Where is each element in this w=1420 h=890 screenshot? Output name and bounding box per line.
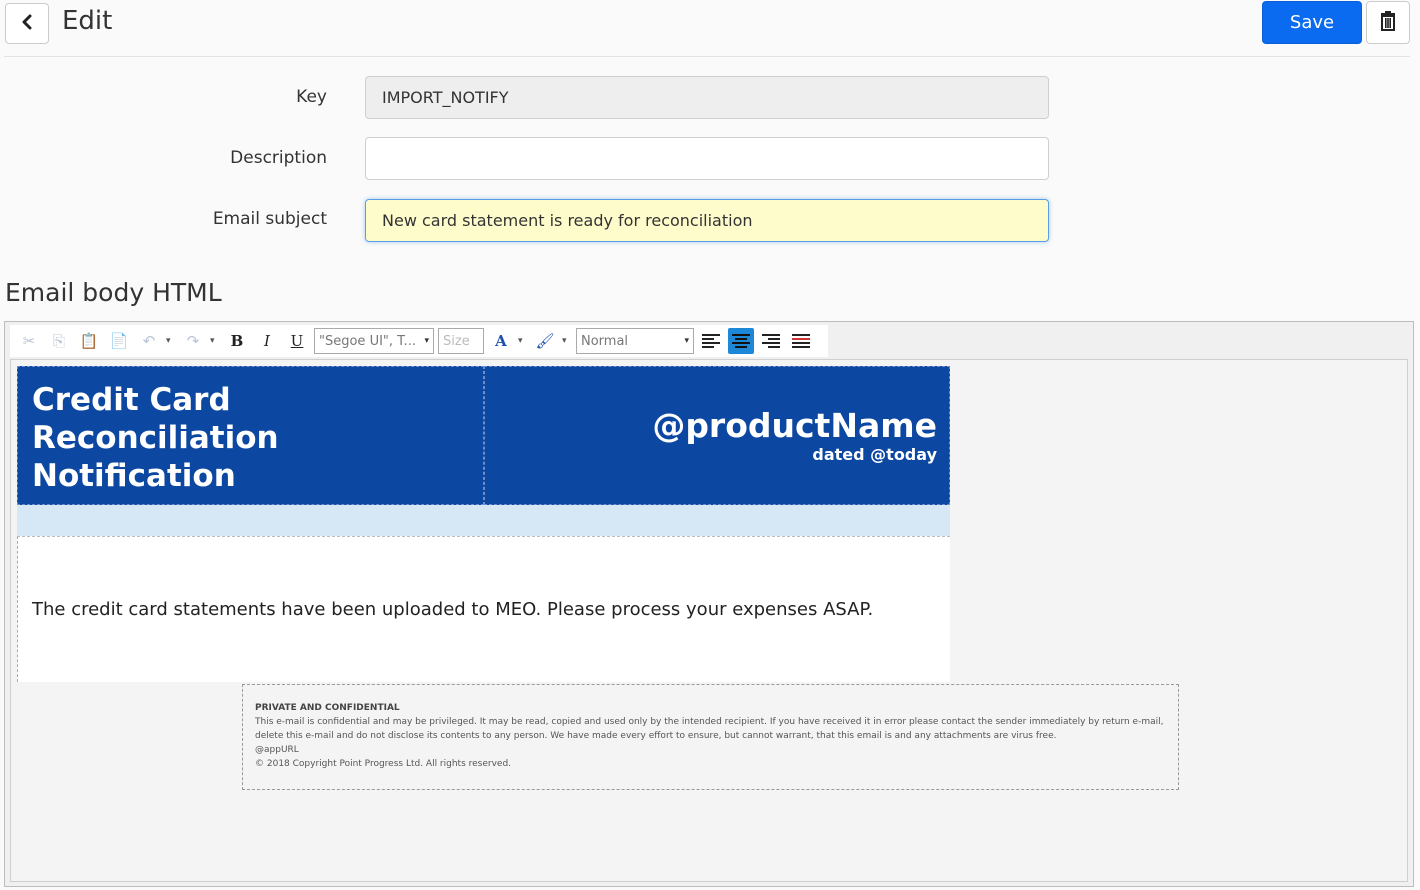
email-header: Credit Card Reconciliation Notification … bbox=[17, 366, 950, 505]
chevron-left-icon bbox=[21, 14, 33, 33]
underline-icon[interactable]: U bbox=[284, 328, 310, 354]
background-color-dropdown-icon[interactable]: ▾ bbox=[562, 336, 572, 346]
email-subject-label: Email subject bbox=[212, 209, 327, 229]
undo-dropdown-icon[interactable]: ▾ bbox=[166, 336, 176, 346]
html-editor: ✂ ⎘ 📋 📄 ↶ ▾ ↷ ▾ B I U "Segoe UI", T... ▾ … bbox=[4, 321, 1414, 887]
top-bar: Edit Save bbox=[0, 0, 1420, 57]
email-footer: PRIVATE AND CONFIDENTIAL This e-mail is … bbox=[242, 684, 1179, 790]
heading-line-2: Reconciliation bbox=[32, 420, 279, 456]
undo-icon[interactable]: ↶ bbox=[136, 328, 162, 354]
page-title: Edit bbox=[62, 6, 113, 36]
paste-text-icon[interactable]: 📄 bbox=[106, 328, 132, 354]
italic-icon[interactable]: I bbox=[254, 328, 280, 354]
footer-copyright: © 2018 Copyright Point Progress Ltd. All… bbox=[255, 759, 512, 769]
trash-icon bbox=[1380, 11, 1396, 34]
redo-icon[interactable]: ↷ bbox=[180, 328, 206, 354]
footer-title: PRIVATE AND CONFIDENTIAL bbox=[255, 703, 400, 713]
footer-app-url: @appURL bbox=[255, 745, 299, 755]
product-name: @productName bbox=[652, 406, 937, 445]
email-subject-field[interactable] bbox=[365, 199, 1049, 242]
format-value: Normal bbox=[581, 333, 629, 349]
format-select[interactable]: Normal ▾ bbox=[576, 328, 694, 354]
font-size-placeholder: Size bbox=[443, 333, 470, 349]
email-band bbox=[17, 505, 950, 536]
heading-line-3: Notification bbox=[32, 458, 236, 494]
key-field[interactable] bbox=[365, 76, 1049, 119]
key-label: Key bbox=[296, 87, 327, 107]
cut-icon[interactable]: ✂ bbox=[16, 328, 42, 354]
copy-icon[interactable]: ⎘ bbox=[46, 328, 72, 354]
editor-toolbar: ✂ ⎘ 📋 📄 ↶ ▾ ↷ ▾ B I U "Segoe UI", T... ▾ … bbox=[10, 325, 828, 357]
footer-line-1: This e-mail is confidential and may be p… bbox=[255, 717, 1164, 727]
back-button[interactable] bbox=[5, 3, 49, 44]
paste-icon[interactable]: 📋 bbox=[76, 328, 102, 354]
align-center-icon[interactable] bbox=[728, 328, 754, 354]
background-color-icon[interactable]: 🖌 bbox=[532, 328, 558, 354]
align-right-icon[interactable] bbox=[758, 328, 784, 354]
email-body-text: The credit card statements have been upl… bbox=[32, 599, 874, 620]
font-family-value: "Segoe UI", T... bbox=[319, 333, 416, 349]
align-left-icon[interactable] bbox=[698, 328, 724, 354]
dated-text: dated @today bbox=[812, 445, 937, 464]
description-label: Description bbox=[230, 148, 327, 168]
email-heading: Credit Card Reconciliation Notification bbox=[17, 366, 484, 505]
font-color-icon[interactable]: A bbox=[488, 328, 514, 354]
redo-dropdown-icon[interactable]: ▾ bbox=[210, 336, 220, 346]
heading-line-1: Credit Card bbox=[32, 382, 231, 418]
footer-line-2: delete this e-mail and do not disclose i… bbox=[255, 731, 1057, 741]
section-title: Email body HTML bbox=[5, 278, 222, 307]
font-size-select[interactable]: Size bbox=[438, 328, 484, 354]
font-family-select[interactable]: "Segoe UI", T... ▾ bbox=[314, 328, 434, 354]
align-justify-icon[interactable] bbox=[788, 328, 814, 354]
font-color-dropdown-icon[interactable]: ▾ bbox=[518, 336, 528, 346]
save-button[interactable]: Save bbox=[1262, 1, 1362, 44]
email-body: The credit card statements have been upl… bbox=[17, 536, 950, 682]
top-divider bbox=[4, 56, 1410, 57]
bold-icon[interactable]: B bbox=[224, 328, 250, 354]
delete-button[interactable] bbox=[1366, 1, 1410, 44]
description-field[interactable] bbox=[365, 137, 1049, 180]
email-product-block: @productName dated @today bbox=[484, 366, 950, 505]
editor-content-area[interactable]: Credit Card Reconciliation Notification … bbox=[10, 359, 1408, 882]
